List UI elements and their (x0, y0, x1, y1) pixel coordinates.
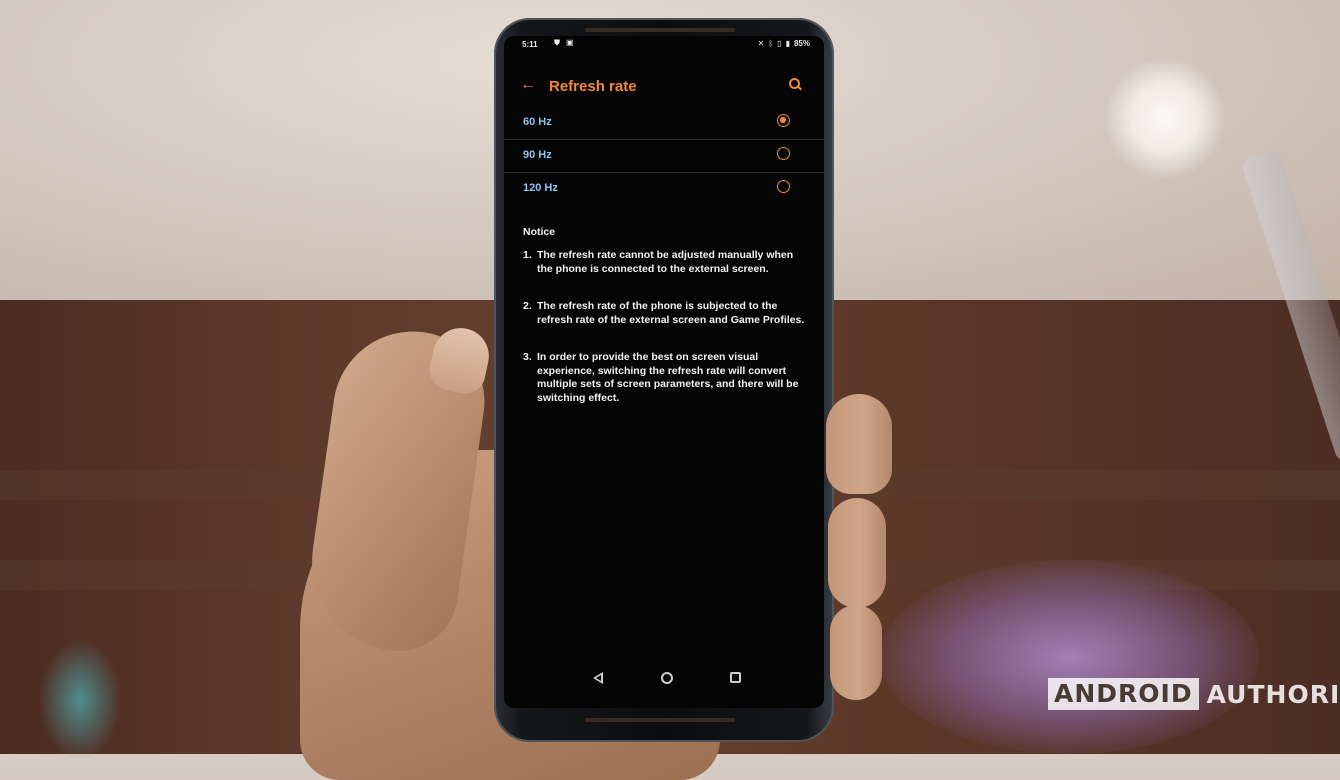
shield-icon: ⛊ (554, 38, 560, 47)
arrow-left-icon[interactable]: ← (520, 76, 536, 94)
radio-unselected[interactable] (777, 180, 790, 193)
hand-finger (826, 394, 892, 494)
nav-recents-icon[interactable] (730, 672, 741, 683)
background-purple-blur (880, 560, 1260, 754)
hand-finger (828, 498, 886, 608)
navigation-bar (504, 664, 824, 692)
image-notification-icon: ▣ (566, 38, 574, 47)
option-label: 60 Hz (523, 116, 552, 128)
vibrate-icon: ▯ (777, 39, 782, 48)
option-90hz[interactable]: 90 Hz (504, 139, 824, 173)
notice-title: Notice (523, 226, 556, 238)
status-time: 5:11 (522, 40, 538, 49)
nav-back-icon[interactable] (593, 672, 603, 684)
search-icon[interactable] (789, 78, 802, 91)
app-bar: ← Refresh rate (504, 72, 824, 102)
option-60hz[interactable]: 60 Hz (504, 106, 824, 140)
watermark-brand-box: ANDROID (1048, 678, 1199, 710)
phone-screen: 5:11 ⛊ ▣ ✕ ᛒ ▯ ▮ 85% ← Refresh rate 60 H… (504, 36, 824, 708)
hand-finger (830, 605, 882, 700)
page-title: Refresh rate (549, 78, 637, 95)
status-bar: 5:11 ⛊ ▣ ✕ ᛒ ▯ ▮ 85% (504, 36, 824, 58)
watermark-brand-text: AUTHORITY (1206, 679, 1340, 709)
option-label: 120 Hz (523, 182, 558, 194)
option-label: 90 Hz (523, 149, 552, 161)
radio-unselected[interactable] (777, 147, 790, 160)
notice-item: 2. The refresh rate of the phone is subj… (523, 300, 805, 326)
bluetooth-icon: ᛒ (768, 39, 774, 48)
x-notification-icon: ✕ (757, 39, 765, 48)
option-120hz[interactable]: 120 Hz (504, 172, 824, 205)
watermark: ANDROID AUTHORITY (1048, 678, 1340, 710)
notice-item: 3. In order to provide the best on scree… (523, 351, 799, 404)
notice-item: 1. The refresh rate cannot be adjusted m… (523, 249, 794, 275)
background-teal-blur (40, 640, 120, 760)
phone-bottom-speaker (585, 718, 735, 722)
phone-top-speaker (585, 28, 735, 32)
background-lamp (1105, 58, 1225, 178)
battery-percent: 85% (793, 39, 810, 48)
battery-icon: ▮ (785, 39, 790, 48)
nav-home-icon[interactable] (661, 672, 673, 684)
radio-selected[interactable] (777, 114, 790, 127)
